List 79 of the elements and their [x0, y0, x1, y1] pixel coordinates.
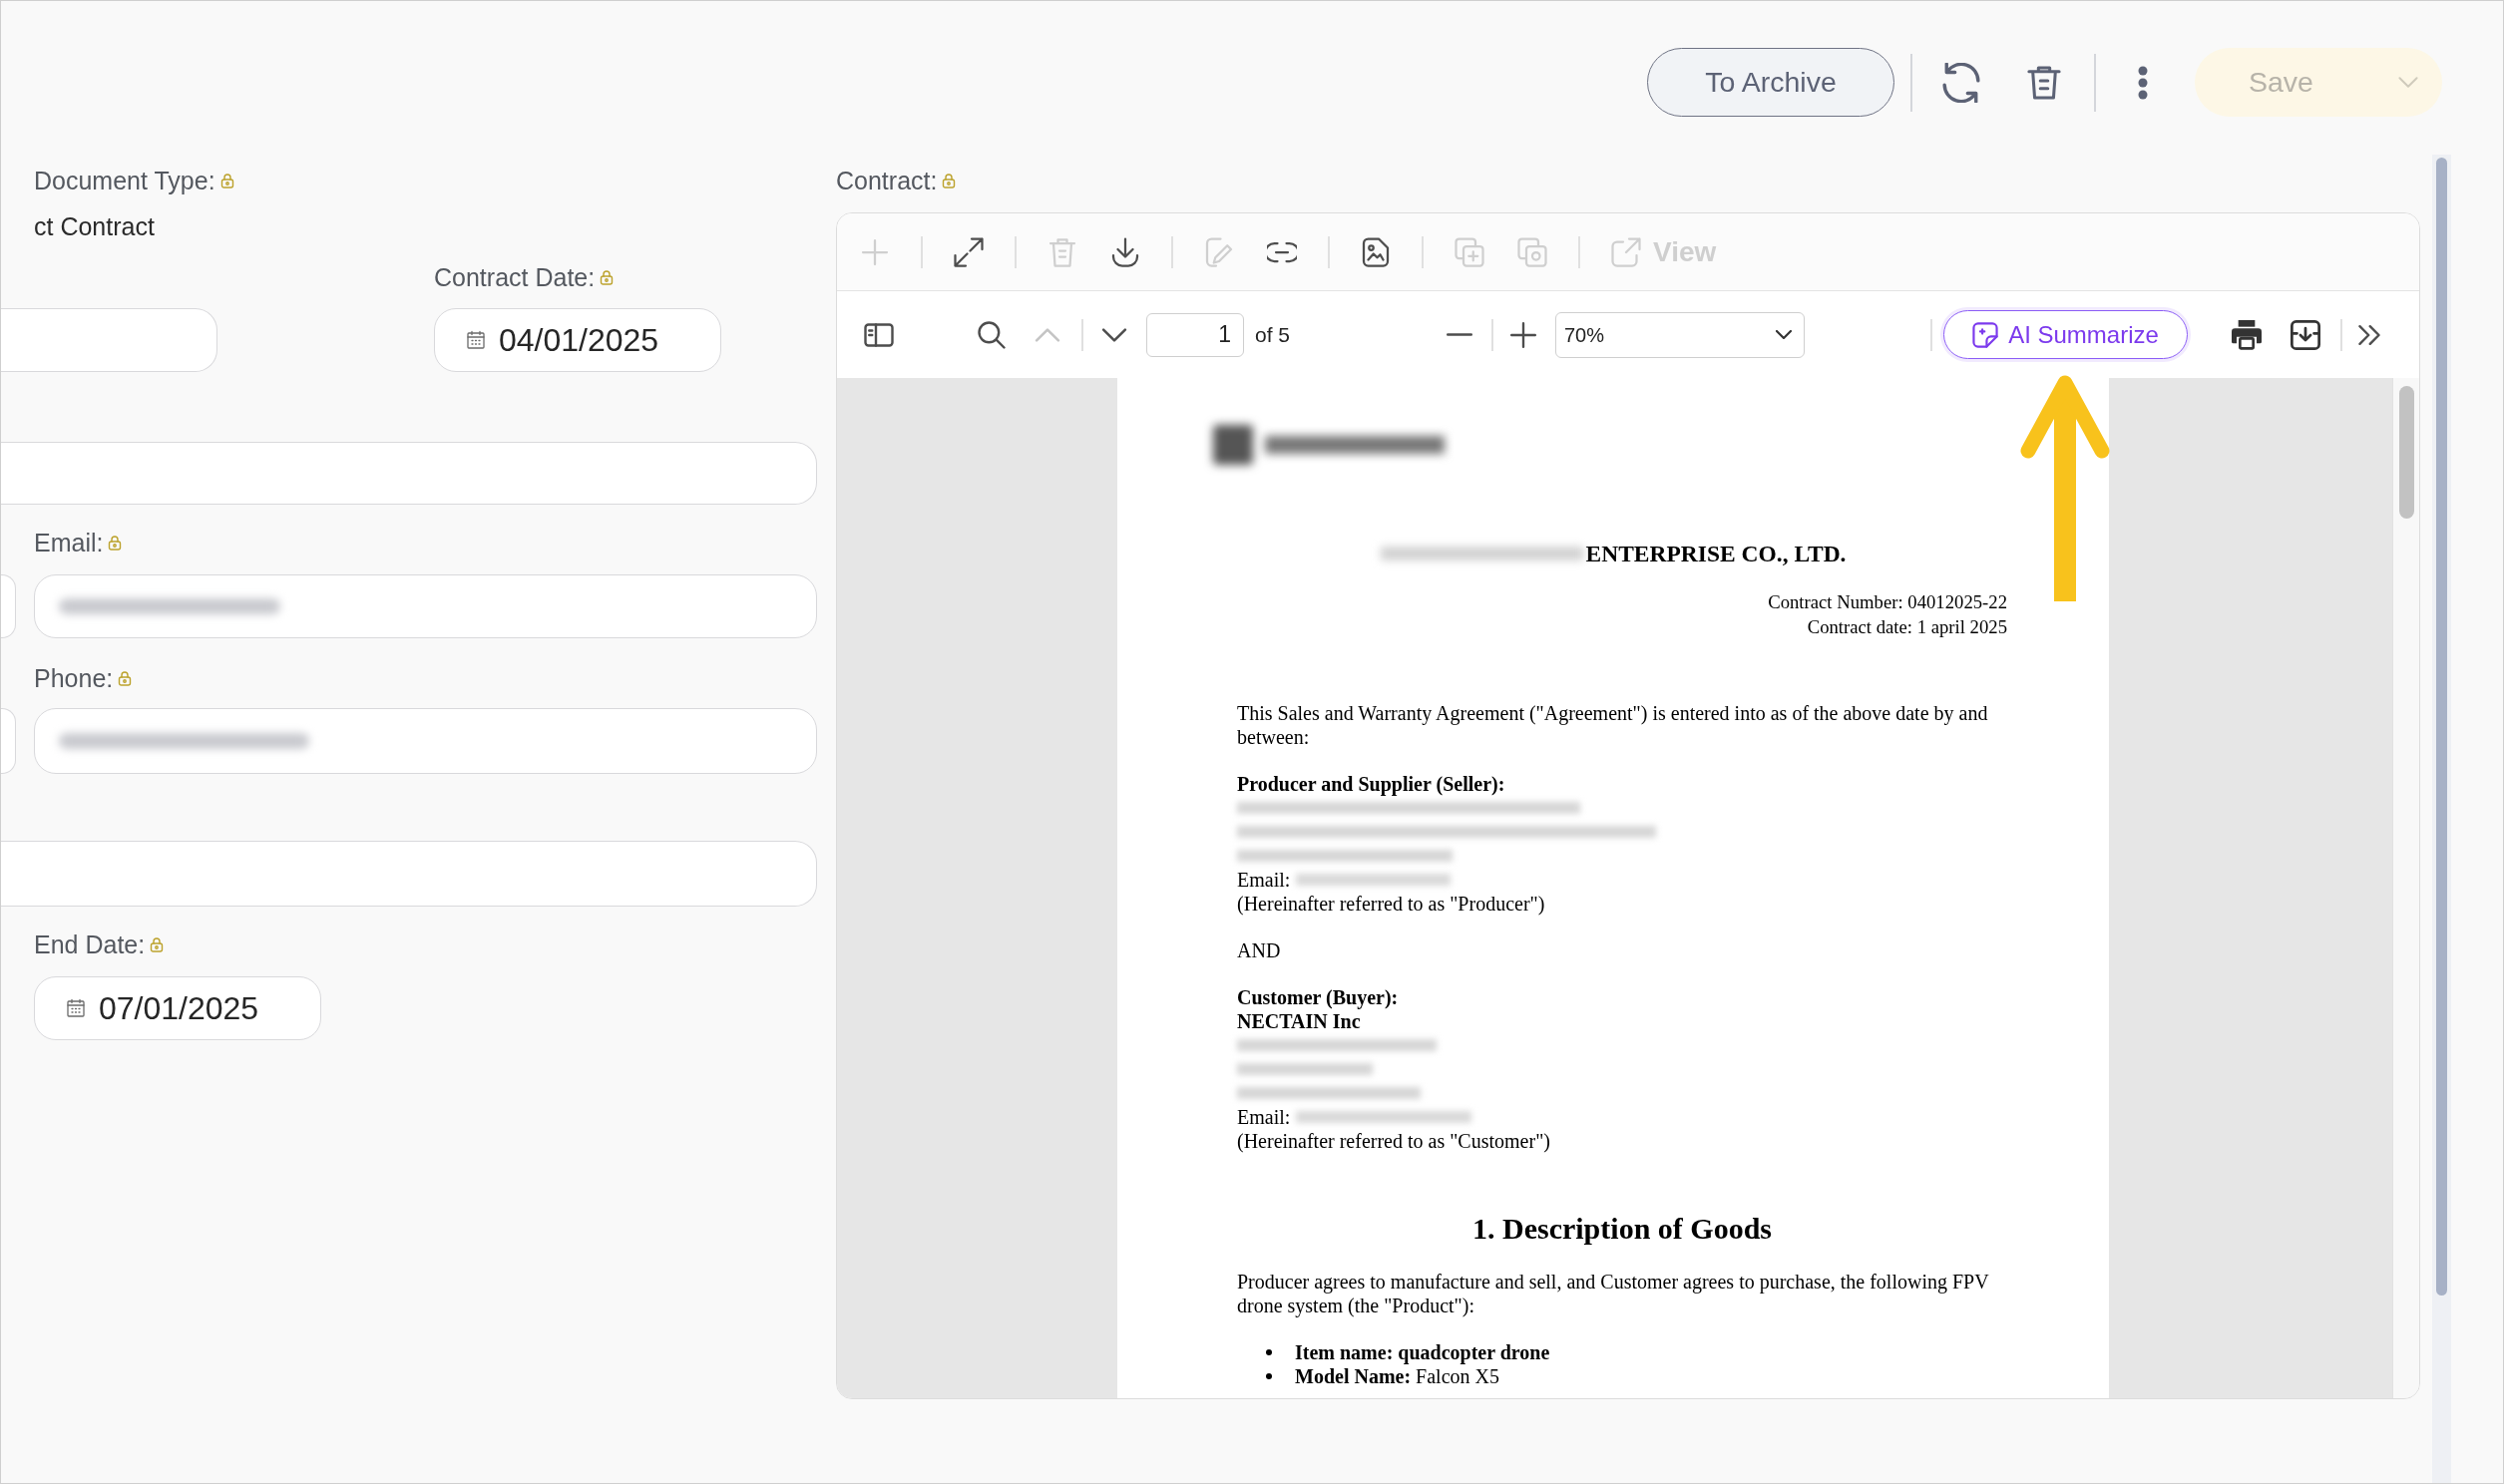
plus-icon [1510, 321, 1536, 348]
zoom-in-button[interactable] [1510, 321, 1536, 348]
bullet-icon [1266, 1349, 1272, 1355]
search-button[interactable] [978, 320, 1006, 349]
sidebar-toggle-button[interactable] [864, 322, 894, 347]
document-text: Contract date: 1 april 2025 [1807, 615, 2007, 639]
field-value: ct Contract [34, 211, 155, 241]
input-field[interactable] [1, 708, 16, 774]
calendar-icon [66, 998, 86, 1018]
document-heading: Producer and Supplier (Seller): [1237, 772, 1505, 796]
chevron-up-icon [1035, 327, 1060, 342]
convert-button[interactable] [1361, 236, 1391, 267]
field-label: End Date: [34, 929, 146, 959]
plus-icon [860, 236, 890, 267]
document-text: Contract Number: 04012025-22 [1768, 590, 2007, 614]
document-text: AND [1237, 938, 1281, 962]
bullet-icon [1266, 1373, 1272, 1379]
zoom-select[interactable]: 70% [1555, 311, 1805, 358]
field-label: Email: [34, 528, 104, 557]
search-icon [978, 320, 1006, 349]
double-chevron-icon [2358, 323, 2380, 346]
document-text: (Hereinafter referred to as "Producer") [1237, 892, 1545, 916]
fullscreen-button[interactable] [954, 236, 984, 267]
minus-icon [1447, 333, 1472, 336]
scrollbar-thumb[interactable] [2398, 386, 2414, 519]
input-field[interactable] [34, 574, 817, 638]
input-field[interactable] [1, 308, 217, 372]
field-label: Contract: [836, 166, 938, 195]
sidebar-icon [864, 322, 894, 347]
archive-button[interactable]: To Archive [1647, 48, 1894, 117]
refresh-button[interactable] [1941, 62, 1981, 103]
document-paragraph: This Sales and Warranty Agreement ("Agreement") is entered into as of the above date by and between: [1237, 701, 1989, 749]
trash-icon [1047, 236, 1077, 267]
list-item: Item name: quadcopter drone [1295, 1340, 1550, 1364]
page-input[interactable]: 1 [1146, 312, 1244, 357]
chevron-down-icon [1776, 330, 1792, 339]
more-tools-button[interactable] [2358, 323, 2380, 346]
external-link-icon [1611, 236, 1641, 267]
document-text: (Hereinafter referred to as "Customer") [1237, 1129, 1550, 1153]
list-item: Model Name: Falcon X5 [1295, 1364, 1499, 1388]
ai-summarize-button[interactable]: AI Summarize [1943, 310, 2188, 359]
date-field[interactable]: 04/01/2025 [434, 308, 721, 372]
copy-icon [1517, 236, 1547, 267]
download-button[interactable] [1110, 236, 1140, 267]
pen-document-icon [1204, 236, 1234, 267]
field-label: Contract Date: [434, 262, 596, 292]
image-document-icon [1361, 236, 1391, 267]
document-paragraph: Producer agrees to manufacture and sell, and Customer agrees to purchase, the following FPV drone system (the "Product"): [1237, 1270, 1990, 1317]
more-vertical-icon [2138, 65, 2148, 100]
expand-arrows-icon [954, 236, 984, 267]
chevron-down-icon [1101, 327, 1127, 342]
company-name: ENTERPRISE CO., LTD. [1585, 540, 1847, 568]
download-icon [1110, 236, 1140, 267]
chevron-down-icon [2398, 77, 2418, 88]
copy-plus-icon [1455, 236, 1484, 267]
input-field[interactable] [1, 442, 817, 505]
save-file-button[interactable] [2291, 319, 2320, 350]
input-field[interactable] [1, 574, 16, 638]
document-heading: Customer (Buyer): [1237, 985, 1399, 1009]
date-field[interactable]: 07/01/2025 [34, 976, 321, 1040]
printer-icon [2232, 319, 2262, 350]
next-page-button[interactable] [1101, 327, 1127, 342]
refresh-icon [1941, 62, 1981, 103]
field-label: Document Type: [34, 166, 215, 195]
scrollbar-thumb[interactable] [2436, 158, 2447, 1296]
input-field[interactable] [1, 841, 817, 907]
document-heading: NECTAIN Inc [1237, 1009, 1361, 1033]
section-title: 1. Description of Goods [1472, 1211, 1772, 1247]
field-label: Phone: [34, 663, 114, 693]
tray-download-icon [2291, 319, 2320, 350]
more-button[interactable] [2138, 65, 2148, 100]
document-text: Email: [1237, 1105, 1291, 1129]
print-button[interactable] [2232, 319, 2262, 350]
document-text: Email: [1237, 868, 1291, 892]
page-count: of 5 [1255, 321, 1291, 348]
note-plus-icon [1972, 321, 1999, 348]
zoom-out-button[interactable] [1447, 333, 1472, 336]
calendar-icon [466, 330, 486, 350]
input-field[interactable] [34, 708, 817, 774]
